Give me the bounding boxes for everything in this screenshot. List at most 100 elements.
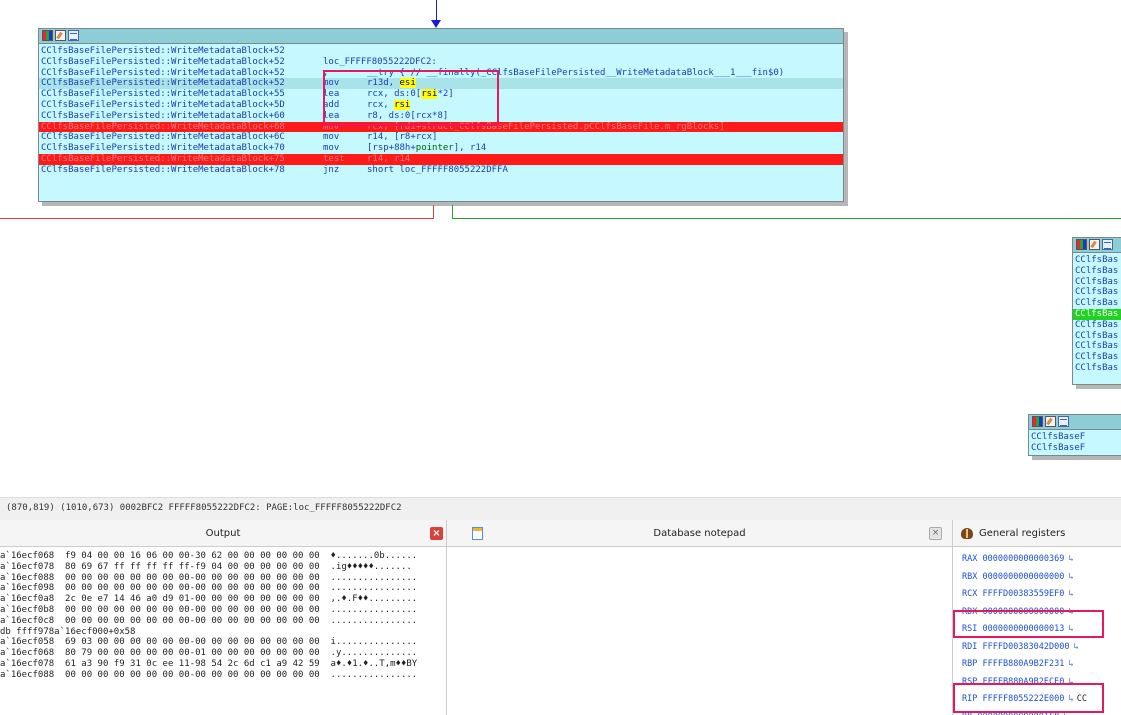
code-line[interactable]: CClfsBas (1073, 277, 1121, 288)
jump-arrow-icon[interactable]: ↳ (1073, 642, 1078, 652)
close-icon[interactable]: × (929, 527, 942, 540)
rename-icon[interactable] (1045, 416, 1056, 427)
code-line[interactable]: CClfsBas (1073, 287, 1121, 298)
line-address-label: CClfsBas (1075, 319, 1119, 330)
code-line[interactable]: CClfsBas (1073, 341, 1121, 352)
general-registers-panel[interactable]: General registers RAX 0000000000000369 ↳ R… (953, 520, 1121, 715)
operand-text: [rsp+88h+ (367, 143, 416, 154)
jump-arrow-icon[interactable]: ↳ (1068, 659, 1073, 669)
instruction-mnemonic: loc_FFFFF8055222DFC2: (323, 56, 437, 67)
color-palette-icon[interactable] (42, 30, 53, 41)
register-row[interactable]: RBP FFFFB880A9B2F231 ↳ (953, 656, 1121, 674)
code-line[interactable]: CClfsBaseFilePersisted::WriteMetadataBlo… (39, 46, 843, 57)
code-line[interactable]: CClfsBaseFilePersisted::WriteMetadataBlo… (39, 132, 843, 143)
instruction-mnemonic: test (323, 153, 345, 164)
code-line[interactable]: CClfsBaseF (1029, 432, 1121, 443)
output-line: db ffff978a`16ecf000+0x58 (0, 626, 136, 637)
notepad-text-area[interactable] (447, 547, 952, 715)
code-line[interactable]: CClfsBas (1073, 363, 1121, 374)
output-log[interactable]: a`16ecf068 f9 04 00 00 16 06 00 00-30 62… (0, 547, 446, 681)
register-value[interactable]: FFFFB880A9B2F231 (982, 659, 1064, 669)
graph-status-bar: (870,819) (1010,673) 0002BFC2 FFFFF80552… (0, 497, 1121, 520)
notepad-icon (472, 527, 483, 540)
line-address-label: CClfsBaseF (1031, 432, 1086, 442)
node-header[interactable] (39, 29, 843, 44)
code-line[interactable]: CClfsBaseFilePersisted::WriteMetadataBlo… (39, 57, 843, 68)
register-value[interactable]: FFFFD00383559EF0 (982, 589, 1064, 599)
instruction-mnemonic: mov (323, 143, 340, 154)
registers-panel-title: General registers (979, 527, 1066, 539)
jump-arrow-icon[interactable]: ↳ (1068, 554, 1073, 564)
code-line[interactable]: CClfsBaseF (1029, 443, 1121, 454)
line-address-label: CClfsBas (1075, 362, 1119, 373)
rename-icon[interactable] (55, 30, 66, 41)
false-branch-edge (433, 205, 434, 219)
color-palette-icon[interactable] (1076, 239, 1087, 250)
output-line: a`16ecf088 00 00 00 00 00 00 00 00-00 00… (0, 669, 418, 680)
group-nodes-icon[interactable] (1102, 239, 1113, 250)
code-line[interactable]: CClfsBaseFilePersisted::WriteMetadataBlo… (39, 153, 843, 165)
line-address-label: CClfsBaseFilePersisted::WriteMetadataBlo… (41, 164, 285, 175)
register-value[interactable]: 0000000000000000 (982, 572, 1064, 582)
code-line[interactable]: CClfsBas (1073, 255, 1121, 266)
output-line: a`16ecf068 f9 04 00 00 16 06 00 00-30 62… (0, 551, 418, 561)
line-address-label: CClfsBaseFilePersisted::WriteMetadataBlo… (41, 110, 285, 121)
annotation-highlight-box (323, 70, 499, 126)
instruction-operands: r14, r14 (367, 153, 411, 164)
register-row[interactable]: RCX FFFFD00383559EF0 ↳ (953, 586, 1121, 604)
line-address-label: CClfsBaseFilePersisted::WriteMetadataBlo… (41, 153, 285, 164)
code-line[interactable]: CClfsBas (1073, 308, 1121, 320)
output-line: a`16ecf098 00 00 00 00 00 00 00 00-00 00… (0, 583, 418, 594)
code-line[interactable]: CClfsBaseFilePersisted::WriteMetadataBlo… (39, 165, 843, 176)
r8-annotation-box (953, 683, 1104, 713)
code-line[interactable]: CClfsBas (1073, 352, 1121, 363)
group-nodes-icon[interactable] (1058, 416, 1069, 427)
instruction-operands: short loc_FFFFF8055222DFFA (367, 164, 508, 175)
close-icon[interactable]: × (430, 527, 443, 540)
database-notepad-panel[interactable]: Database notepad × (447, 520, 953, 715)
line-address-label: CClfsBaseFilePersisted::WriteMetadataBlo… (41, 78, 285, 89)
line-address-label: CClfsBaseFilePersisted::WriteMetadataBlo… (41, 89, 285, 100)
line-address-label: CClfsBas (1075, 276, 1119, 287)
code-line[interactable]: CClfsBaseFilePersisted::WriteMetadataBlo… (39, 143, 843, 154)
register-value[interactable]: FFFFD00383042D000 (982, 642, 1069, 652)
code-line[interactable]: CClfsBas (1073, 298, 1121, 309)
jump-arrow-icon[interactable]: ↳ (1068, 572, 1073, 582)
code-line[interactable]: CClfsBas (1073, 331, 1121, 342)
line-address-label: CClfsBaseFilePersisted::WriteMetadataBlo… (41, 67, 285, 78)
instruction-mnemonic: jnz (323, 164, 340, 175)
register-value[interactable]: 0000000000000369 (982, 554, 1064, 564)
output-line: a`16ecf088 00 00 00 00 00 00 00 00-00 00… (0, 572, 418, 583)
jump-arrow-icon[interactable]: ↳ (1068, 589, 1073, 599)
line-address-label: CClfsBaseFilePersisted::WriteMetadataBlo… (41, 143, 285, 154)
color-palette-icon[interactable] (1032, 416, 1043, 427)
output-line: a`16ecf0b8 00 00 00 00 00 00 00 00-00 00… (0, 604, 418, 615)
line-address-label: CClfsBaseFilePersisted::WriteMetadataBlo… (41, 46, 285, 56)
node-header[interactable] (1073, 238, 1121, 253)
true-branch-edge-horizontal (452, 218, 1121, 219)
code-line[interactable]: CClfsBas (1073, 320, 1121, 331)
local-variable-name: pointer (415, 143, 454, 154)
output-line: a`16ecf078 80 69 67 ff ff ff ff ff-f9 04… (0, 561, 412, 572)
line-address-label: CClfsBas (1075, 341, 1119, 352)
output-line: a`16ecf078 61 a3 90 f9 31 0c ee 11-98 54… (0, 658, 418, 669)
graph-view[interactable]: CClfsBaseFilePersisted::WriteMetadataBlo… (0, 0, 1121, 497)
register-name: RCX (962, 589, 978, 599)
register-name: RBP (962, 659, 978, 669)
code-block-right-2[interactable]: CClfsBaseF CClfsBaseF (1028, 414, 1121, 456)
line-address-label: CClfsBas (1075, 308, 1119, 319)
output-panel-header: Output × (0, 520, 446, 547)
node-header[interactable] (1029, 415, 1121, 430)
registers-panel-header: General registers (953, 520, 1121, 547)
output-panel[interactable]: Output × a`16ecf068 f9 04 00 00 16 06 00… (0, 520, 447, 715)
code-block-right-1[interactable]: CClfsBas CClfsBas CClfsBas CClfsBas CClfsBas… (1072, 237, 1121, 385)
register-row[interactable]: RAX 0000000000000369 ↳ (953, 551, 1121, 569)
code-line[interactable]: CClfsBas (1073, 266, 1121, 277)
instruction-mnemonic: mov (323, 132, 340, 143)
rename-icon[interactable] (1089, 239, 1100, 250)
operand-text: ], r14 (453, 143, 487, 154)
notepad-panel-title: Database notepad (653, 527, 746, 539)
group-nodes-icon[interactable] (68, 30, 79, 41)
register-row[interactable]: RBX 0000000000000000 ↳ (953, 569, 1121, 587)
register-row[interactable]: RDI FFFFD00383042D000 ↳ (953, 639, 1121, 657)
